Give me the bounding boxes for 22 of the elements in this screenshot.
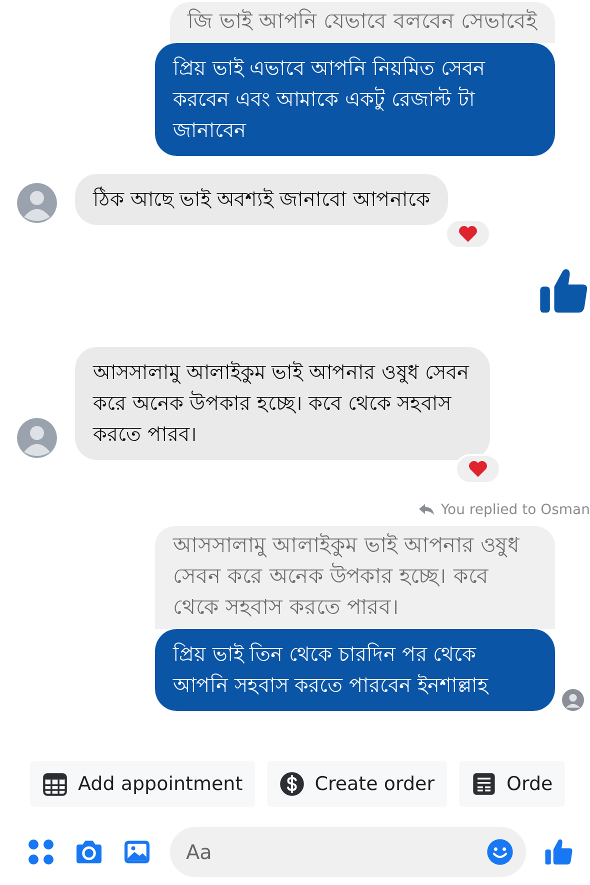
quick-reply-chip[interactable]: Create order — [266, 761, 447, 807]
avatar-icon[interactable] — [17, 183, 57, 223]
avatar-icon[interactable] — [17, 418, 57, 458]
received-message: ঠিক আছে ভাই অবশ্যই জানাবো আপনাকে — [75, 174, 448, 225]
received-message: আসসালামু আলাইকুম ভাই আপনার ওষুধ সেবন করে অনেক উপকার হচ্ছে। কবে থেকে সহবাস করতে পারব। — [75, 347, 490, 460]
sent-message: প্রিয় ভাই এভাবে আপনি নিয়মিত সেবন করবেন এবং আমাকে একটু রেজাল্ট টা জানাবেন — [155, 43, 555, 156]
sent-message: প্রিয় ভাই তিন থেকে চারদিন পর থেকে আপনি সহবাস করতে পারবেন ইনশাল্লাহ — [155, 629, 555, 711]
dollar-icon — [278, 771, 305, 797]
quick-reply-chip[interactable]: Add appointment — [30, 761, 255, 807]
heart-icon — [468, 460, 488, 478]
quoted-message: জি ভাই আপনি যেভাবে বলবেন সেভাবেই — [170, 2, 555, 43]
calendar-icon — [42, 771, 68, 797]
quick-reply-chip[interactable]: Orde — [458, 761, 565, 807]
thumbs-up-icon[interactable] — [544, 837, 574, 867]
reply-note-text: You replied to Osman — [440, 502, 590, 518]
quoted-message: আসসালামু আলাইকুম ভাই আপনার ওষুধ সেবন করে অনেক উপকার হচ্ছে। কবে থেকে সহবাস করতে পারব। — [155, 526, 555, 629]
message-input[interactable]: Aa — [170, 827, 526, 877]
receipt-icon — [470, 771, 497, 797]
emoji-icon[interactable] — [486, 838, 514, 866]
heart-icon — [458, 225, 478, 243]
apps-icon[interactable] — [26, 837, 56, 867]
reply-arrow-icon — [418, 504, 435, 516]
